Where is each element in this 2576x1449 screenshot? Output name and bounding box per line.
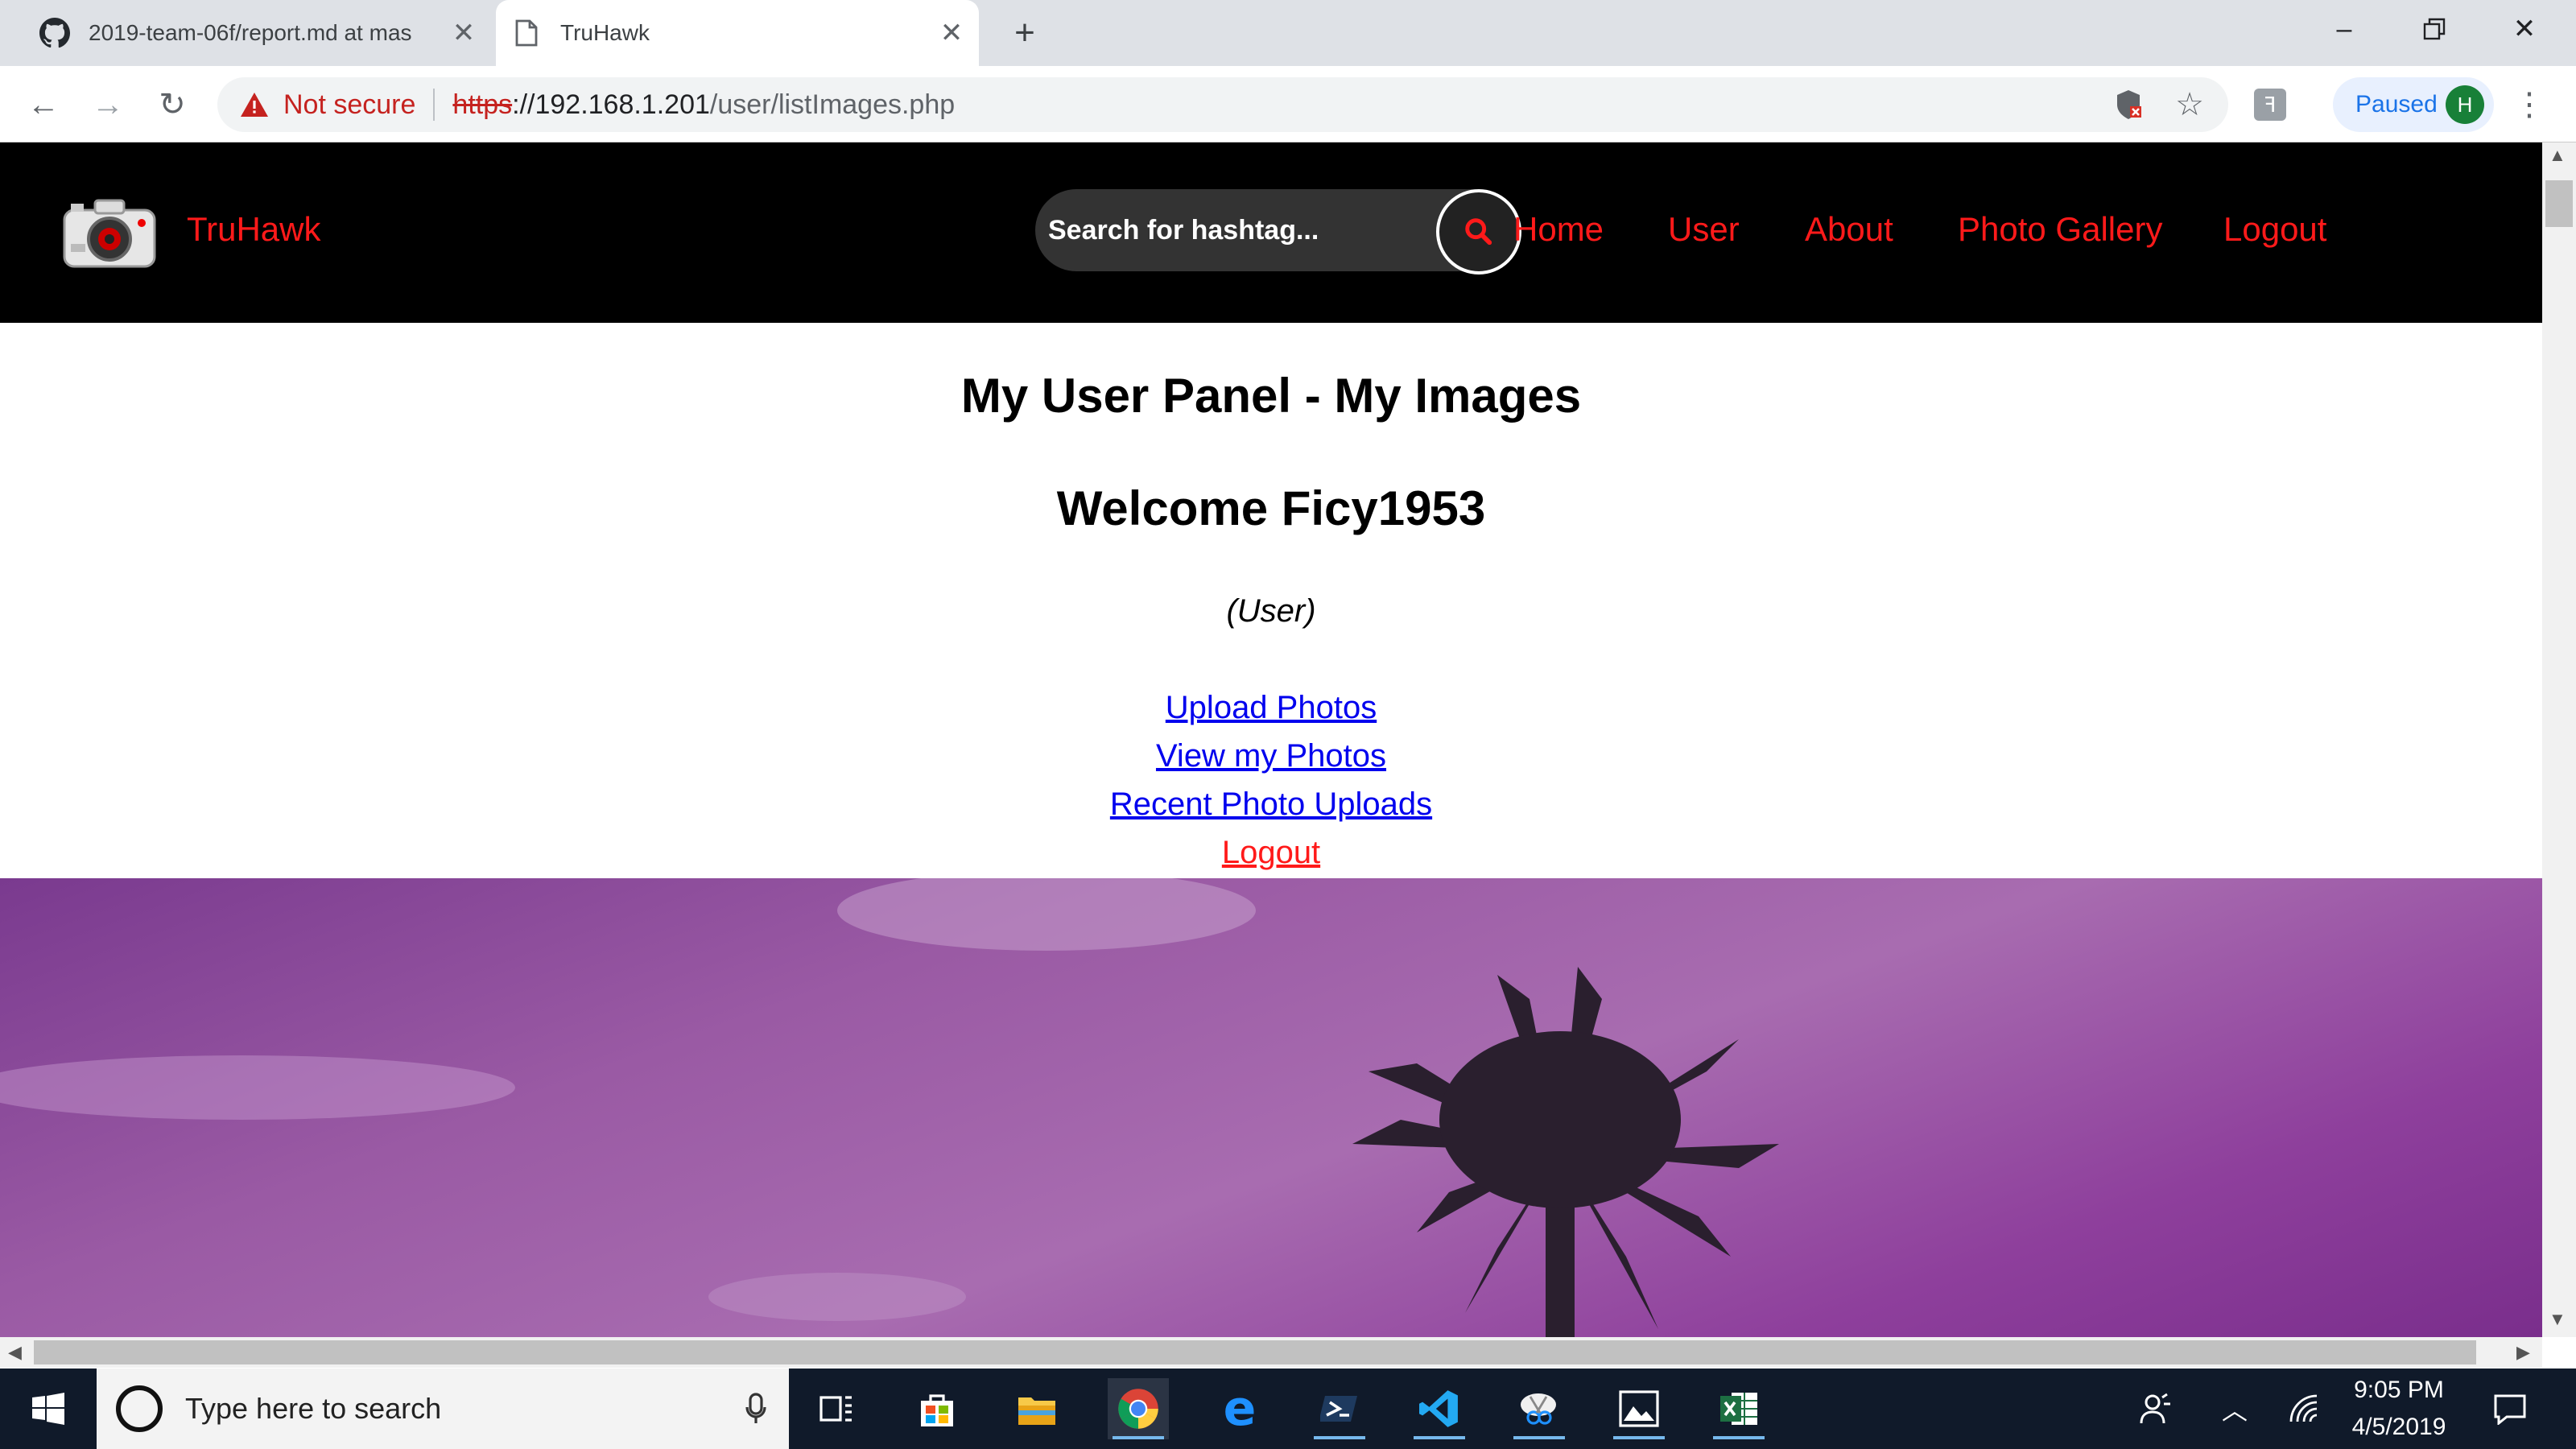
vscode-icon[interactable]	[1409, 1378, 1470, 1439]
profile-button[interactable]: Paused H	[2333, 77, 2494, 132]
tab-truhawk[interactable]: TruHawk ✕	[496, 0, 979, 66]
nav-user[interactable]: User	[1668, 210, 1740, 249]
reload-icon[interactable]: ↻	[151, 84, 193, 126]
bookmark-star-icon[interactable]: ☆	[2169, 84, 2211, 126]
cortana-icon	[116, 1385, 163, 1432]
scroll-down-icon[interactable]: ▼	[2549, 1309, 2566, 1330]
file-explorer-icon[interactable]	[1006, 1378, 1067, 1439]
snipping-tool-icon[interactable]	[1509, 1378, 1570, 1439]
logout-link: Logout	[0, 835, 2542, 871]
search-input[interactable]: Search for hashtag...	[1048, 215, 1319, 246]
site-header: TruHawk Search for hashtag... Home User …	[0, 142, 2542, 323]
scroll-right-icon[interactable]: ▶	[2516, 1342, 2530, 1363]
chrome-taskbar-icon[interactable]	[1108, 1378, 1169, 1439]
powershell-icon[interactable]	[1309, 1378, 1370, 1439]
user-role: (User)	[1226, 593, 1316, 629]
restore-icon[interactable]	[2389, 0, 2479, 58]
edge-icon[interactable]: e	[1209, 1378, 1270, 1439]
nav-photo-gallery[interactable]: Photo Gallery	[1958, 210, 2162, 249]
forward-icon[interactable]: →	[87, 84, 129, 126]
vertical-scroll-thumb[interactable]	[2545, 180, 2573, 227]
notifications-icon[interactable]	[2479, 1378, 2541, 1439]
microphone-icon[interactable]	[745, 1393, 766, 1429]
nav-home[interactable]: Home	[1513, 210, 1604, 249]
blocked-content-icon[interactable]	[2107, 84, 2149, 126]
excel-icon[interactable]	[1708, 1378, 1769, 1439]
warning-icon	[240, 90, 269, 119]
running-indicator	[1513, 1436, 1565, 1439]
page-viewport: TruHawk Search for hashtag... Home User …	[0, 142, 2542, 1337]
active-indicator	[1113, 1436, 1164, 1439]
github-icon	[39, 17, 71, 49]
menu-icon[interactable]: ⋮	[2513, 84, 2545, 126]
view-photos-link-text[interactable]: View my Photos	[1156, 738, 1386, 774]
upload-photos-link-text[interactable]: Upload Photos	[1166, 690, 1377, 725]
scroll-up-icon[interactable]: ▲	[2549, 145, 2566, 166]
clock-time: 9:05 PM	[2354, 1377, 2444, 1403]
url-host: ://192.168.1.201	[512, 89, 710, 120]
logout-link-text[interactable]: Logout	[1222, 835, 1320, 870]
chevron-up-icon[interactable]: ︿	[2204, 1378, 2265, 1439]
horizontal-scroll-thumb[interactable]	[34, 1340, 2476, 1364]
page-icon	[510, 17, 543, 49]
running-indicator	[1314, 1436, 1365, 1439]
upload-photos-link: Upload Photos	[0, 690, 2542, 726]
nav-about[interactable]: About	[1805, 210, 1893, 249]
search-icon[interactable]	[1436, 189, 1521, 275]
separator	[433, 89, 436, 121]
running-indicator	[1713, 1436, 1765, 1439]
taskbar-search[interactable]: Type here to search	[97, 1368, 789, 1449]
close-icon[interactable]: ✕	[935, 17, 968, 49]
profile-status: Paused	[2355, 91, 2438, 118]
close-icon[interactable]: ✕	[448, 17, 480, 49]
back-icon[interactable]: ←	[23, 84, 64, 126]
extension-icon[interactable]: ꟻ	[2249, 84, 2291, 126]
people-icon[interactable]	[2125, 1378, 2186, 1439]
taskbar-search-input[interactable]: Type here to search	[185, 1392, 441, 1426]
clock-date: 4/5/2019	[2351, 1414, 2446, 1440]
windows-start-icon[interactable]	[18, 1378, 79, 1439]
close-window-icon[interactable]: ✕	[2479, 0, 2570, 58]
url-scheme: https	[452, 89, 513, 120]
recent-uploads-link-text[interactable]: Recent Photo Uploads	[1110, 786, 1432, 822]
nav-logout[interactable]: Logout	[2223, 210, 2326, 249]
security-status[interactable]: Not secure	[283, 89, 415, 121]
recent-uploads-link: Recent Photo Uploads	[0, 786, 2542, 823]
site-brand[interactable]: TruHawk	[187, 210, 320, 249]
new-tab-icon[interactable]: +	[1006, 13, 1043, 52]
running-indicator	[1414, 1436, 1465, 1439]
camera-logo-icon[interactable]	[63, 196, 158, 268]
vertical-scrollbar[interactable]	[2542, 142, 2576, 1337]
page-title: My User Panel - My Images	[960, 369, 1582, 423]
address-bar[interactable]: Not secure https://192.168.1.201/user/li…	[217, 77, 2228, 132]
view-photos-link: View my Photos	[0, 738, 2542, 774]
palm-tree-photo	[0, 878, 1779, 1337]
system-clock[interactable]: 9:05 PM 4/5/2019	[2318, 1372, 2479, 1446]
welcome-heading: Welcome Ficy1953	[1056, 481, 1486, 535]
scroll-left-icon[interactable]: ◀	[8, 1342, 22, 1363]
url-path: /user/listImages.php	[709, 89, 956, 120]
tab-github-report[interactable]: 2019-team-06f/report.md at mas ✕	[24, 0, 491, 66]
hashtag-search[interactable]: Search for hashtag...	[1035, 189, 1521, 275]
tab-title: TruHawk	[560, 20, 650, 45]
tab-title: 2019-team-06f/report.md at mas	[89, 20, 412, 45]
running-indicator	[1613, 1436, 1665, 1439]
minimize-icon[interactable]: –	[2299, 0, 2389, 58]
photos-icon[interactable]	[1608, 1378, 1670, 1439]
task-view-icon[interactable]	[807, 1378, 868, 1439]
avatar: H	[2446, 85, 2484, 124]
hero-image	[0, 878, 2542, 1337]
store-icon[interactable]	[906, 1378, 968, 1439]
